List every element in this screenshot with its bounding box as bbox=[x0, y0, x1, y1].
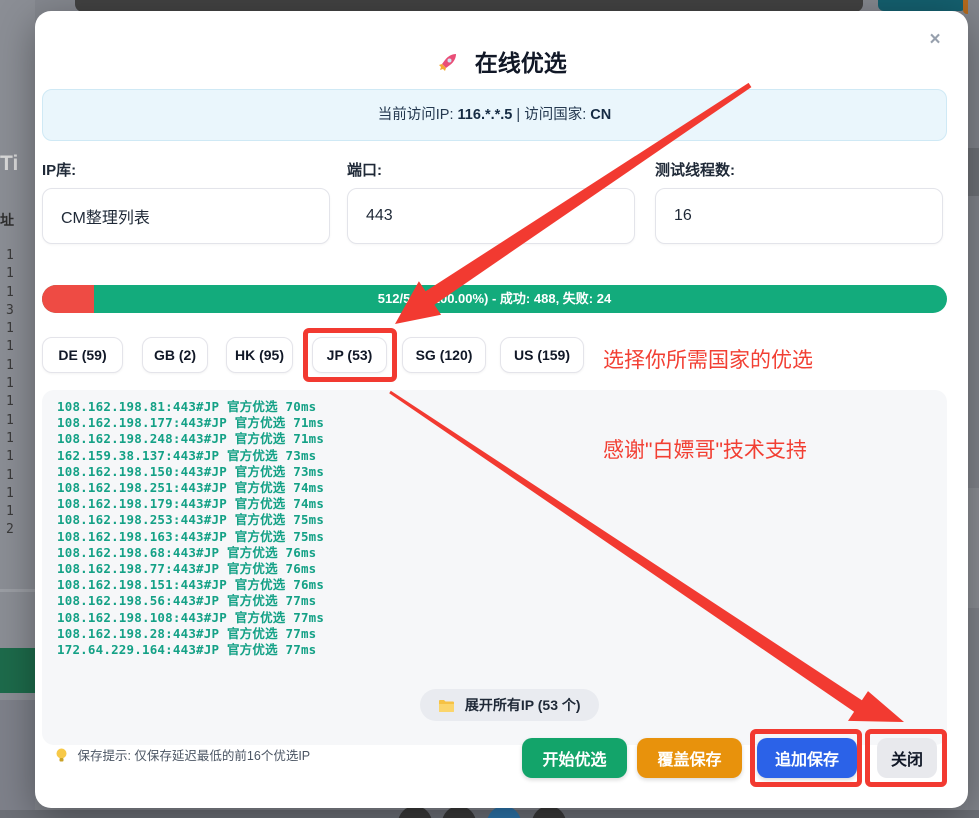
folder-icon bbox=[438, 691, 454, 723]
ip-line: 108.162.198.179:443#JP 官方优选 74ms bbox=[57, 496, 324, 512]
ip-line: 108.162.198.163:443#JP 官方优选 75ms bbox=[57, 529, 324, 545]
append-save-button[interactable]: 追加保存 bbox=[757, 738, 857, 778]
country-button-sg[interactable]: SG (120) bbox=[402, 337, 486, 373]
save-tip: 保存提示: 仅保存延迟最低的前16个优选IP bbox=[55, 745, 310, 766]
ip-line: 108.162.198.253:443#JP 官方优选 75ms bbox=[57, 512, 324, 528]
current-ip-banner: 当前访问IP: 116.*.*.5 | 访问国家: CN bbox=[42, 89, 947, 141]
port-label: 端口: bbox=[347, 159, 635, 180]
ip-line: 108.162.198.151:443#JP 官方优选 76ms bbox=[57, 577, 324, 593]
ip-line: 108.162.198.108:443#JP 官方优选 77ms bbox=[57, 610, 324, 626]
overwrite-save-button[interactable]: 覆盖保存 bbox=[637, 738, 742, 778]
ip-result-list: 108.162.198.81:443#JP 官方优选 70ms 108.162.… bbox=[57, 399, 324, 658]
ip-library-select[interactable] bbox=[42, 188, 330, 244]
ip-line: 108.162.198.68:443#JP 官方优选 76ms bbox=[57, 545, 324, 561]
expand-all-ips-button[interactable]: 展开所有IP (53 个) bbox=[420, 689, 599, 721]
expand-all-ips-label: 展开所有IP (53 个) bbox=[465, 697, 581, 713]
ip-line: 108.162.198.81:443#JP 官方优选 70ms bbox=[57, 399, 324, 415]
ip-line: 162.159.38.137:443#JP 官方优选 73ms bbox=[57, 448, 324, 464]
ip-line: 108.162.198.177:443#JP 官方优选 71ms bbox=[57, 415, 324, 431]
current-country-value: CN bbox=[590, 107, 611, 123]
progress-bar: 512/512 (100.00%) - 成功: 488, 失败: 24 bbox=[42, 285, 947, 313]
dialog-title: 在线优选 bbox=[35, 44, 968, 80]
close-button[interactable]: 关闭 bbox=[877, 738, 937, 778]
rocket-icon bbox=[436, 50, 460, 80]
background-teal-button bbox=[878, 0, 966, 11]
field-threads: 测试线程数: bbox=[655, 159, 943, 244]
field-port: 端口: bbox=[347, 159, 635, 244]
ip-line: 108.162.198.150:443#JP 官方优选 73ms bbox=[57, 464, 324, 480]
country-button-de[interactable]: DE (59) bbox=[42, 337, 123, 373]
threads-label: 测试线程数: bbox=[655, 159, 943, 180]
background-divider bbox=[0, 589, 35, 592]
ip-line: 108.162.198.248:443#JP 官方优选 71ms bbox=[57, 431, 324, 447]
background-partial-text: Ti bbox=[0, 152, 18, 176]
background-left-column: Ti 址 1 1 1 3 1 1 1 1 1 1 1 1 1 1 1 2 bbox=[0, 0, 35, 818]
progress-label: 512/512 (100.00%) - 成功: 488, 失败: 24 bbox=[42, 285, 947, 313]
field-ip-library: IP库: bbox=[42, 159, 330, 244]
start-select-button[interactable]: 开始优选 bbox=[522, 738, 627, 778]
ip-line: 108.162.198.251:443#JP 官方优选 74ms bbox=[57, 480, 324, 496]
background-right-column bbox=[968, 0, 979, 818]
country-button-gb[interactable]: GB (2) bbox=[142, 337, 208, 373]
lightbulb-icon bbox=[55, 748, 68, 766]
background-row-numbers: 1 1 1 3 1 1 1 1 1 1 1 1 1 1 1 2 bbox=[6, 247, 14, 540]
ip-line: 108.162.198.77:443#JP 官方优选 76ms bbox=[57, 561, 324, 577]
country-button-us[interactable]: US (159) bbox=[500, 337, 584, 373]
save-tip-text: 保存提示: 仅保存延迟最低的前16个优选IP bbox=[77, 749, 310, 763]
ip-line: 108.162.198.56:443#JP 官方优选 77ms bbox=[57, 593, 324, 609]
background-address-label: 址 bbox=[0, 210, 14, 230]
dialog-title-text: 在线优选 bbox=[475, 50, 567, 76]
ip-result-panel: 108.162.198.81:443#JP 官方优选 70ms 108.162.… bbox=[42, 390, 947, 745]
port-input[interactable] bbox=[347, 188, 635, 244]
ip-line: 172.64.229.164:443#JP 官方优选 77ms bbox=[57, 642, 324, 658]
current-ip-value: 116.*.*.5 bbox=[458, 107, 513, 123]
ip-library-label: IP库: bbox=[42, 159, 330, 180]
country-button-jp[interactable]: JP (53) bbox=[312, 337, 387, 373]
background-green-block bbox=[0, 648, 35, 693]
country-button-hk[interactable]: HK (95) bbox=[226, 337, 293, 373]
ip-line: 108.162.198.28:443#JP 官方优选 77ms bbox=[57, 626, 324, 642]
online-select-dialog: × 在线优选 当前访问IP: 116.*.*.5 | 访问国家: CN IP库:… bbox=[35, 11, 968, 808]
background-footer-block bbox=[0, 700, 35, 818]
page: Ti 址 1 1 1 3 1 1 1 1 1 1 1 1 1 1 1 2 bbox=[0, 0, 979, 818]
threads-input[interactable] bbox=[655, 188, 943, 244]
